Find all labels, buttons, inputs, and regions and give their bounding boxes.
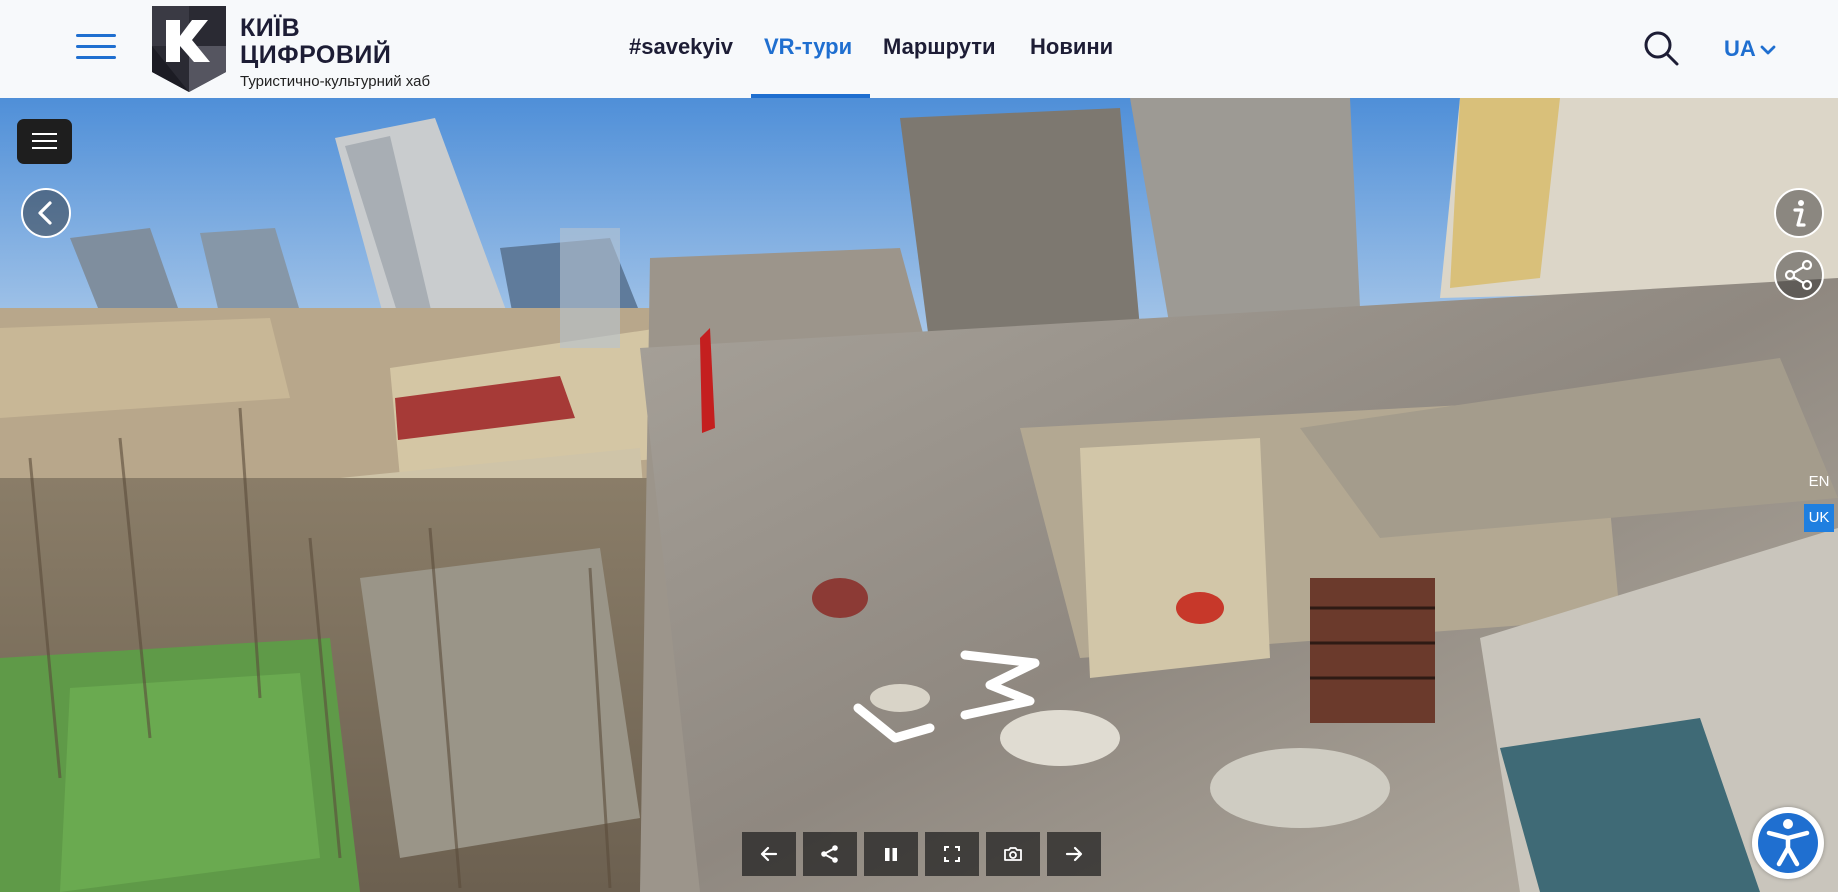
main-menu-button[interactable] <box>76 34 116 60</box>
previous-button[interactable] <box>742 832 796 876</box>
nav-item-news[interactable]: Новини <box>1030 34 1113 60</box>
tour-menu-button[interactable] <box>17 119 72 164</box>
share-icon <box>821 845 838 863</box>
viewer-language-en[interactable]: EN <box>1804 468 1834 496</box>
nav-item-routes[interactable]: Маршрути <box>883 34 996 60</box>
kyiv-digital-logo-icon[interactable] <box>152 6 226 92</box>
fullscreen-icon <box>944 846 960 862</box>
logo-title[interactable]: КИЇВ ЦИФРОВИЙ <box>240 15 391 69</box>
pause-button[interactable] <box>864 832 918 876</box>
nav-item-savekyiv[interactable]: #savekyiv <box>629 34 733 60</box>
back-button[interactable] <box>21 188 71 238</box>
location-marker-l3[interactable] <box>850 643 1050 753</box>
active-nav-indicator <box>751 94 870 98</box>
arrow-right-icon <box>1065 846 1083 862</box>
logo-line-2: ЦИФРОВИЙ <box>240 41 392 69</box>
toolbar-share-button[interactable] <box>803 832 857 876</box>
viewer-language-uk[interactable]: UK <box>1804 504 1834 532</box>
arrow-left-icon <box>760 846 778 862</box>
chevron-left-icon <box>38 201 52 225</box>
accessibility-button[interactable] <box>1752 807 1824 879</box>
language-label: UA <box>1724 36 1756 61</box>
fullscreen-button[interactable] <box>925 832 979 876</box>
camera-icon <box>1004 847 1022 861</box>
site-header: КИЇВ ЦИФРОВИЙ Туристично-культурний хаб … <box>0 0 1838 98</box>
language-switcher[interactable]: UA <box>1724 36 1776 62</box>
vr-panorama-viewer[interactable] <box>0 98 1838 892</box>
panorama-image[interactable] <box>0 98 1838 892</box>
logo-line-1: КИЇВ <box>240 14 301 42</box>
share-button[interactable] <box>1774 250 1824 300</box>
info-icon <box>1793 200 1806 227</box>
chevron-down-icon <box>1760 45 1776 55</box>
share-icon <box>1784 259 1813 291</box>
search-icon[interactable] <box>1643 30 1679 66</box>
info-button[interactable] <box>1774 188 1824 238</box>
screenshot-button[interactable] <box>986 832 1040 876</box>
next-button[interactable] <box>1047 832 1101 876</box>
accessibility-icon <box>1766 819 1810 867</box>
logo-subtitle: Туристично-культурний хаб <box>240 73 431 90</box>
pause-icon <box>885 848 897 861</box>
nav-item-vr-tours[interactable]: VR-тури <box>764 34 852 60</box>
